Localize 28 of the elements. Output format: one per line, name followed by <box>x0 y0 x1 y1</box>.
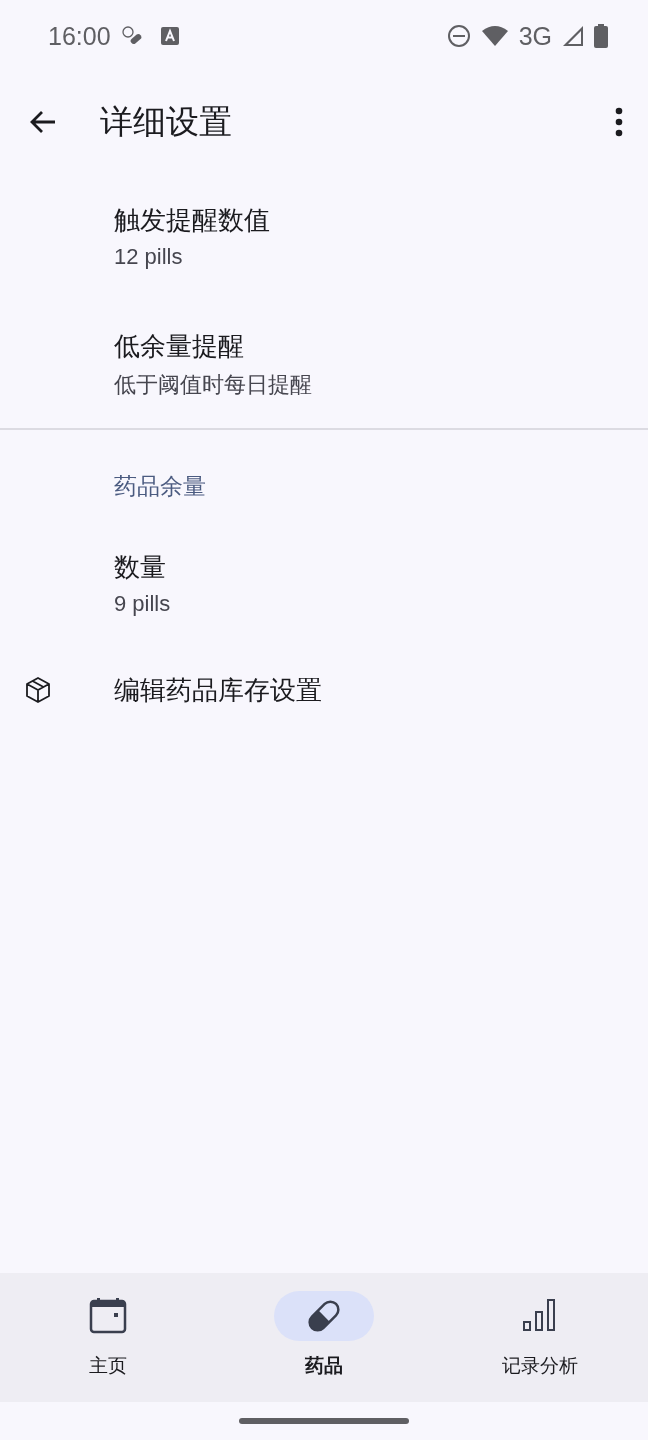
calendar-icon <box>88 1296 128 1336</box>
status-time: 16:00 <box>48 21 111 51</box>
item-summary: 9 pills <box>114 590 172 617</box>
nav-tab[interactable]: 药品 <box>216 1273 432 1402</box>
alarm-pill-icon <box>120 25 143 47</box>
gesture-handle[interactable] <box>239 1418 409 1424</box>
settings-item[interactable]: 数量 9 pills <box>0 519 648 647</box>
nav-tab[interactable]: 记录分析 <box>432 1273 648 1402</box>
keyboard-icon <box>160 27 179 45</box>
section-header: 药品余量 <box>114 472 206 501</box>
settings-item[interactable]: 低余量提醒 低于阈值时每日提醒 <box>0 300 648 428</box>
item-summary: 低于阈值时每日提醒 <box>114 370 313 399</box>
signal-icon <box>562 25 584 47</box>
battery-icon <box>594 24 608 48</box>
item-summary: 12 pills <box>114 243 184 270</box>
item-title: 触发提醒数值 <box>114 203 271 237</box>
network-type: 3G <box>518 21 552 51</box>
box-icon <box>24 676 52 704</box>
page-title: 详细设置 <box>100 100 233 143</box>
nav-tab[interactable]: 主页 <box>0 1273 216 1402</box>
wifi-icon <box>480 25 509 47</box>
item-title: 低余量提醒 <box>114 329 245 363</box>
more-vertical-icon <box>614 107 624 137</box>
item-title: 数量 <box>114 550 167 584</box>
settings-item[interactable]: 触发提醒数值 12 pills <box>0 172 648 300</box>
do-not-disturb-icon <box>446 24 471 48</box>
settings-action-item[interactable]: 编辑药品库存设置 <box>0 647 648 733</box>
item-title: 编辑药品库存设置 <box>114 673 322 707</box>
